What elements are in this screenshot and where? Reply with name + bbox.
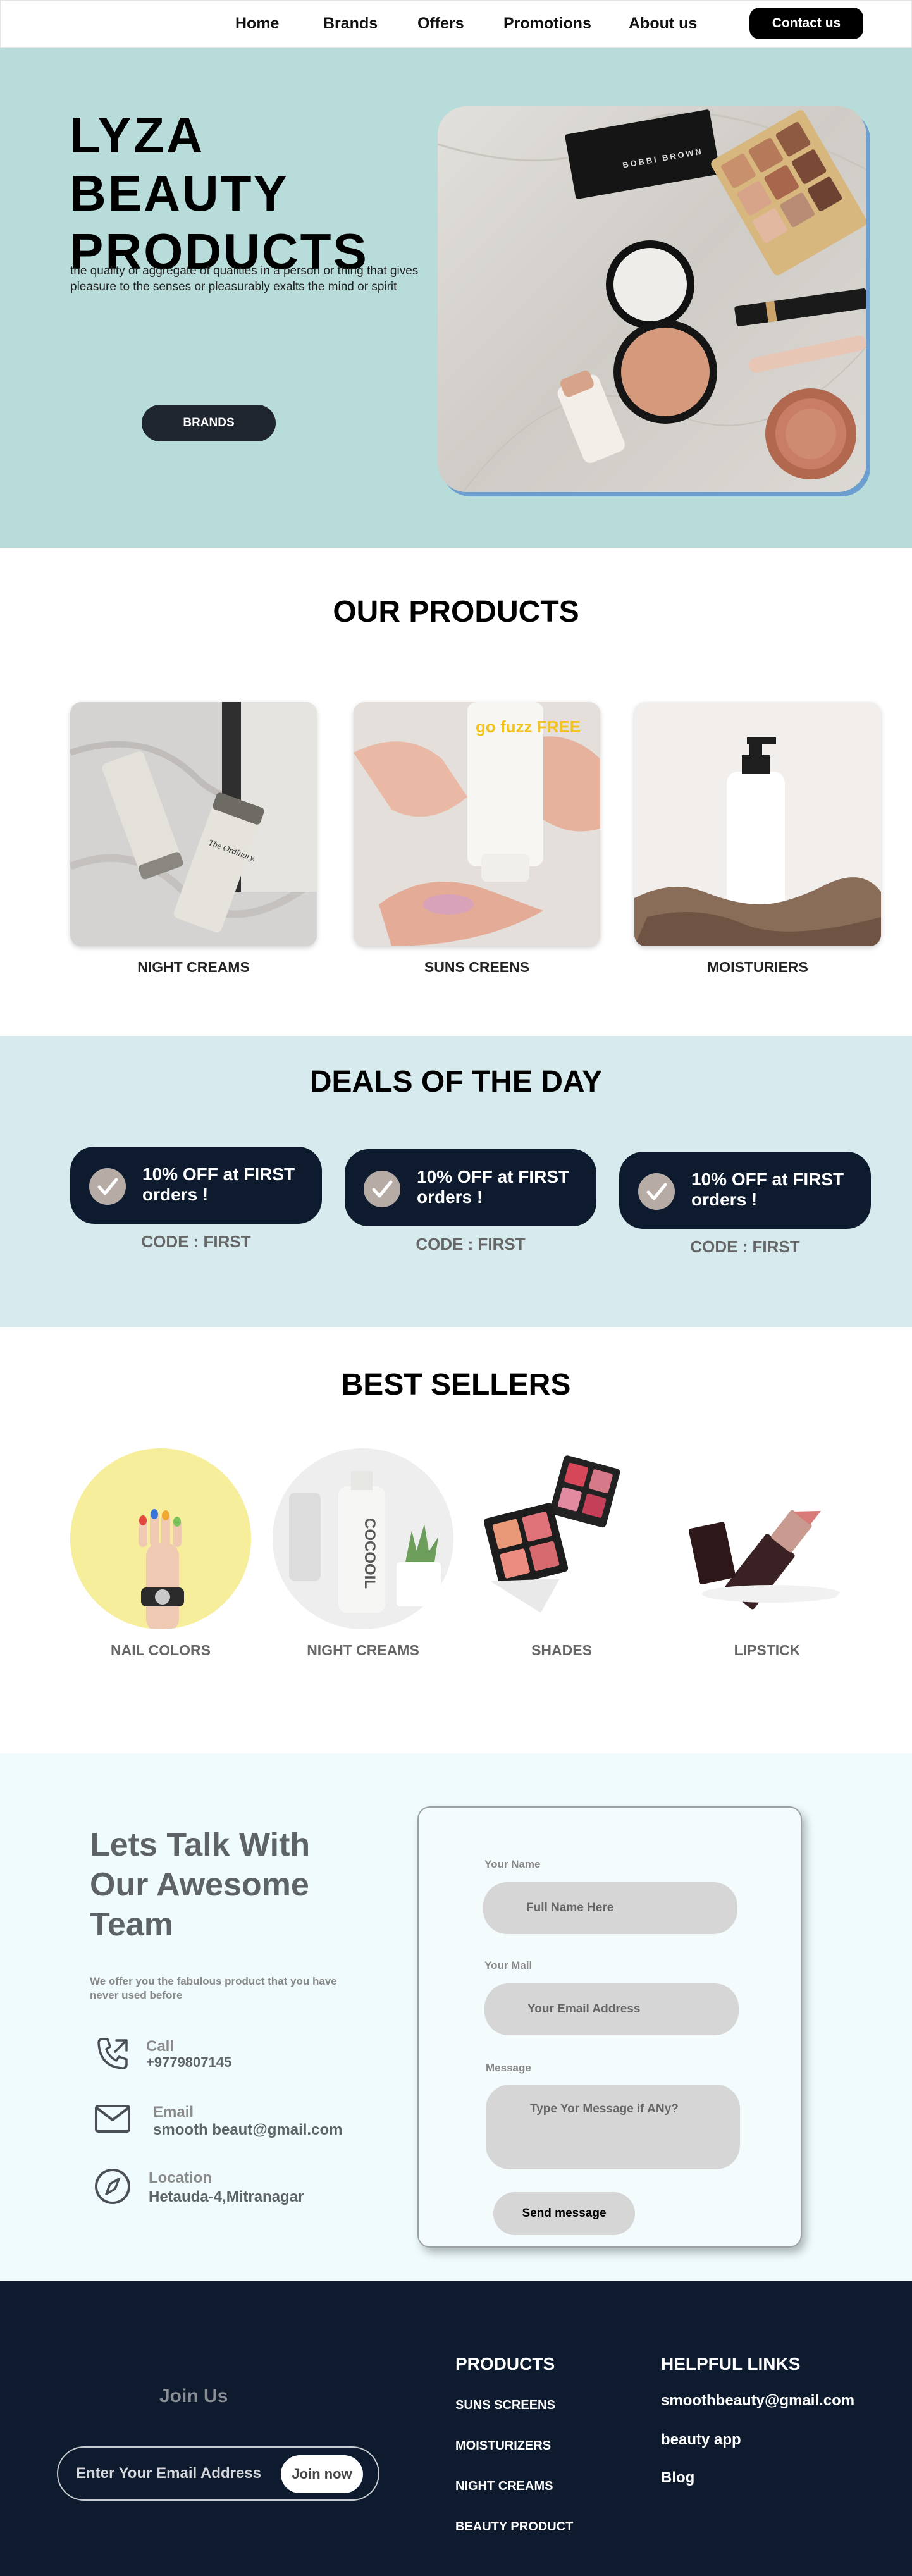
footer-link-moisturizers[interactable]: MOISTURIZERS (455, 2439, 551, 2453)
message-field-label: Message (486, 2062, 531, 2074)
contact-subtitle: We offer you the fabulous product that y… (90, 1975, 337, 2001)
product-label-sunscreens: SUNS CREENS (424, 959, 530, 975)
footer-link-beauty-product[interactable]: BEAUTY PRODUCT (455, 2520, 573, 2534)
cosmetics-flatlay-illustration: BOBBI BROWN (438, 109, 866, 492)
email-value[interactable]: smooth beaut@gmail.com (153, 2121, 342, 2139)
hero-description: the quality or aggregate of qualities in… (70, 264, 419, 293)
call-label: Call (146, 2038, 175, 2055)
night-cream-bottle-image: COCOOIL (273, 1448, 453, 1629)
email-label: Email (153, 2104, 194, 2121)
footer-helpful-heading: HELPFUL LINKS (661, 2354, 801, 2374)
product-card-night-creams[interactable]: The Ordinary. (70, 702, 317, 946)
phone-icon (97, 2038, 128, 2069)
deal-code: CODE : FIRST (141, 1232, 251, 1251)
deal-card[interactable]: 10% OFF at FIRST orders ! (619, 1152, 871, 1229)
best-seller-label: NIGHT CREAMS (307, 1642, 419, 1658)
deal-code: CODE : FIRST (416, 1235, 526, 1254)
products-section-title: OUR PRODUCTS (333, 595, 579, 629)
deals-section-title: DEALS OF THE DAY (309, 1065, 603, 1099)
contact-form: Your Name Your Mail Message Send message (417, 1806, 802, 2248)
best-seller-label: LIPSTICK (734, 1642, 801, 1658)
deals-section: DEALS OF THE DAY 10% OFF at FIRST orders… (0, 1036, 912, 1327)
product-label-moisturisers: MOISTURIERS (707, 959, 808, 975)
footer-link-email[interactable]: smoothbeauty@gmail.com (661, 2392, 854, 2410)
best-seller-label: SHADES (531, 1642, 592, 1658)
join-now-button[interactable]: Join now (281, 2455, 363, 2493)
location-label: Location (149, 2169, 212, 2186)
check-icon (364, 1171, 400, 1207)
brands-button[interactable]: BRANDS (142, 405, 276, 441)
check-icon (638, 1173, 675, 1210)
best-sellers-title: BEST SELLERS (341, 1368, 571, 1402)
footer: Join Us Join now PRODUCTS SUNS SCREENS M… (0, 2281, 912, 2576)
best-seller-nail-colors[interactable] (70, 1448, 251, 1629)
sunscreen-tube-label: go fuzz FREE (476, 717, 581, 736)
join-us-title: Join Us (159, 2386, 228, 2407)
newsletter-form: Join now (57, 2446, 379, 2501)
deal-text: 10% OFF at FIRST orders ! (691, 1169, 844, 1209)
nav-about-link[interactable]: About us (629, 15, 697, 33)
night-creams-image: The Ordinary. (70, 702, 317, 946)
name-input[interactable] (483, 1882, 737, 1934)
footer-products-heading: PRODUCTS (455, 2354, 555, 2374)
nav-home-link[interactable]: Home (235, 15, 279, 33)
nav-promotions-link[interactable]: Promotions (503, 15, 591, 33)
nav-offers-link[interactable]: Offers (417, 15, 464, 33)
product-label-night-creams: NIGHT CREAMS (137, 959, 250, 975)
eyeshadow-palettes-image (471, 1448, 652, 1629)
top-nav: Home Brands Offers Promotions About us C… (0, 0, 912, 48)
compass-icon (95, 2169, 130, 2204)
best-seller-night-creams[interactable]: COCOOIL (273, 1448, 453, 1629)
moisturiser-image (634, 702, 881, 946)
best-seller-shades[interactable] (471, 1448, 652, 1629)
contact-title: Lets Talk With Our Awesome Team (90, 1827, 311, 1943)
message-textarea[interactable] (486, 2085, 740, 2169)
deal-text: 10% OFF at FIRST orders ! (417, 1167, 570, 1207)
lipstick-image (677, 1448, 858, 1629)
hero-section: LYZA BEAUTY PRODUCTS the quality or aggr… (0, 48, 912, 548)
send-message-button[interactable]: Send message (493, 2192, 635, 2235)
cocooil-bottle-label: COCOOIL (361, 1518, 378, 1589)
nail-colors-image (70, 1448, 251, 1629)
mail-icon (95, 2105, 130, 2133)
deal-card[interactable]: 10% OFF at FIRST orders ! (70, 1147, 322, 1224)
best-seller-lipstick[interactable] (677, 1448, 858, 1629)
product-card-sunscreens[interactable]: go fuzz FREE (354, 702, 600, 946)
name-field-label: Your Name (484, 1858, 541, 1870)
contact-section: Lets Talk With Our Awesome Team We offer… (0, 1753, 912, 2281)
deal-code: CODE : FIRST (690, 1237, 800, 1256)
mail-field-label: Your Mail (484, 1959, 533, 1971)
location-value: Hetauda-4,Mitranagar (149, 2188, 304, 2205)
footer-link-beauty-app[interactable]: beauty app (661, 2431, 741, 2449)
check-icon (89, 1168, 126, 1205)
contact-us-button[interactable]: Contact us (749, 8, 863, 39)
email-input[interactable] (484, 1983, 739, 2035)
sunscreen-image: go fuzz FREE (354, 702, 600, 946)
deal-card[interactable]: 10% OFF at FIRST orders ! (345, 1149, 596, 1226)
best-seller-label: NAIL COLORS (110, 1642, 211, 1658)
footer-link-sunscreens[interactable]: SUNS SCREENS (455, 2398, 555, 2413)
deal-text: 10% OFF at FIRST orders ! (142, 1164, 295, 1204)
product-card-moisturisers[interactable] (634, 702, 881, 946)
newsletter-email-input[interactable] (76, 2460, 272, 2487)
footer-link-night-creams[interactable]: NIGHT CREAMS (455, 2479, 553, 2494)
call-value[interactable]: +9779807145 (146, 2054, 231, 2071)
footer-link-blog[interactable]: Blog (661, 2469, 694, 2487)
nav-brands-link[interactable]: Brands (323, 15, 378, 33)
hero-cosmetics-image: BOBBI BROWN (438, 106, 866, 492)
hero-title: LYZA BEAUTY PRODUCTS (70, 107, 369, 280)
